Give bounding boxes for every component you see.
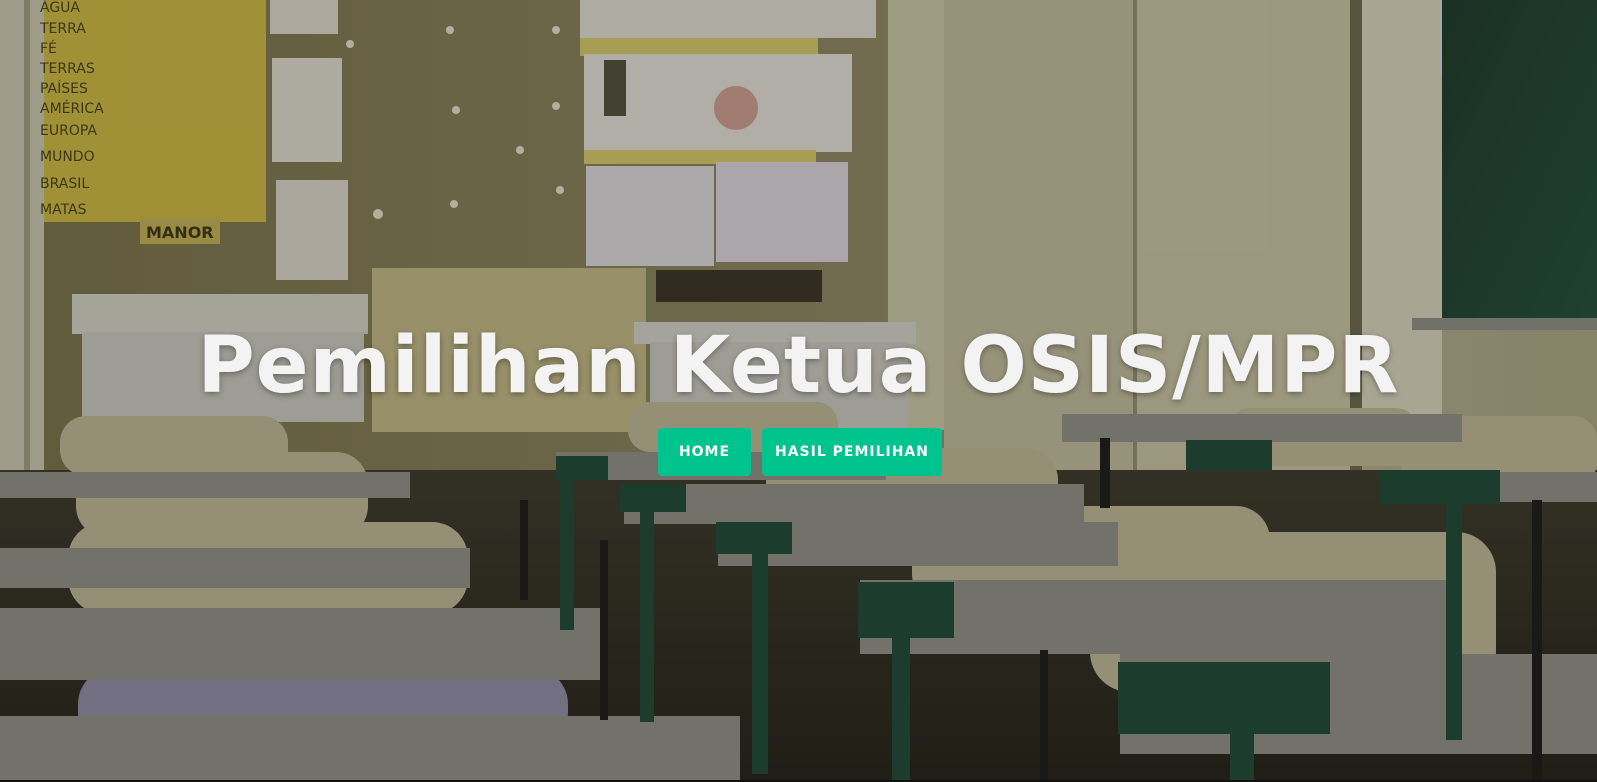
election-results-button[interactable]: HASIL PEMILIHAN bbox=[762, 428, 942, 476]
page-title: Pemilihan Ketua OSIS/MPR bbox=[197, 321, 1400, 411]
home-button[interactable]: HOME bbox=[658, 428, 751, 476]
hero-section: ÁGUA TERRA FÉ TERRAS PAÍSES AMÉRICA EURO… bbox=[0, 0, 1597, 782]
hero-button-group: HOME HASIL PEMILIHAN bbox=[0, 428, 1597, 476]
hero-content: Pemilihan Ketua OSIS/MPR HOME HASIL PEMI… bbox=[0, 318, 1597, 476]
